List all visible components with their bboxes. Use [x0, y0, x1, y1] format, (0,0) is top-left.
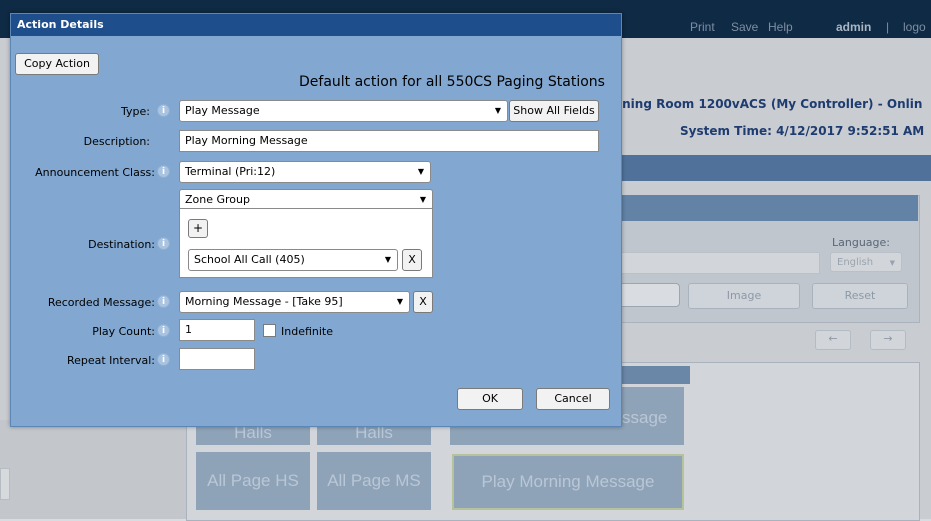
repeat-interval-label: Repeat Interval:: [66, 354, 155, 367]
play-count-label: Play Count:: [92, 325, 155, 338]
toggle-switch[interactable]: [618, 283, 680, 307]
destination-label: Destination:: [88, 238, 155, 251]
destination-type-select[interactable]: Zone Group ▼: [179, 189, 433, 210]
logout-link[interactable]: logo: [903, 20, 926, 34]
sidebar-handle[interactable]: [0, 468, 10, 500]
add-destination-button[interactable]: +: [188, 219, 208, 238]
tile-play-morning-message[interactable]: Play Morning Message: [452, 454, 684, 510]
language-select[interactable]: English ▼: [830, 252, 902, 272]
tile-all-page-hs[interactable]: All Page HS: [196, 452, 310, 510]
language-value: English: [837, 257, 874, 268]
action-details-dialog: Action Details Copy Action Default actio…: [10, 13, 622, 427]
destination-select[interactable]: School All Call (405) ▼: [188, 249, 398, 271]
chevron-down-icon: ▼: [384, 255, 391, 264]
destination-info-icon[interactable]: i: [157, 237, 170, 250]
section-band: [618, 155, 931, 181]
announcement-class-select[interactable]: Terminal (Pri:12) ▼: [179, 161, 431, 183]
destination-type-value: Zone Group: [185, 193, 250, 206]
dialog-title: Action Details: [11, 14, 621, 36]
recorded-message-info-icon[interactable]: i: [157, 295, 170, 308]
type-info-icon[interactable]: i: [157, 104, 170, 117]
nav-separator: |: [886, 20, 890, 34]
ok-button[interactable]: OK: [457, 388, 523, 410]
announcement-class-info-icon[interactable]: i: [157, 165, 170, 178]
show-all-fields-button[interactable]: Show All Fields: [509, 100, 599, 122]
chevron-down-icon: ▼: [494, 106, 501, 115]
cancel-button[interactable]: Cancel: [536, 388, 610, 410]
chevron-down-icon: ▼: [396, 297, 403, 306]
system-time: System Time: 4/12/2017 9:52:51 AM: [680, 124, 925, 138]
chevron-down-icon: ▼: [419, 195, 426, 204]
help-link[interactable]: Help: [768, 20, 793, 34]
recorded-message-select[interactable]: Morning Message - [Take 95] ▼: [179, 291, 410, 313]
settings-panel-header: [618, 195, 918, 221]
destination-value: School All Call (405): [194, 253, 305, 266]
copy-action-button[interactable]: Copy Action: [15, 53, 99, 75]
indefinite-label: Indefinite: [281, 325, 334, 338]
recorded-message-value: Morning Message - [Take 95]: [185, 295, 343, 308]
user-name: admin: [836, 20, 872, 34]
chevron-down-icon: ▼: [417, 167, 424, 176]
type-label: Type:: [121, 105, 150, 118]
reset-button[interactable]: Reset: [812, 283, 908, 309]
next-arrow-button[interactable]: →: [870, 330, 906, 350]
chevron-down-icon: ▼: [889, 259, 895, 267]
description-input[interactable]: Play Morning Message: [179, 130, 599, 152]
remove-recorded-message-button[interactable]: X: [413, 291, 433, 313]
left-sidebar: [0, 420, 186, 519]
indefinite-checkbox[interactable]: [263, 324, 276, 337]
image-button[interactable]: Image: [688, 283, 800, 309]
type-select[interactable]: Play Message ▼: [179, 100, 508, 122]
print-link[interactable]: Print: [690, 20, 715, 34]
repeat-interval-input[interactable]: [179, 348, 255, 370]
language-label: Language:: [832, 236, 890, 249]
remove-destination-button[interactable]: X: [402, 249, 422, 271]
background-input[interactable]: [618, 252, 820, 274]
announcement-class-value: Terminal (Pri:12): [185, 165, 276, 178]
announcement-class-label: Announcement Class:: [35, 166, 155, 179]
repeat-interval-info-icon[interactable]: i: [157, 353, 170, 366]
controller-title: ining Room 1200vACS (My Controller) - On…: [618, 97, 923, 111]
destination-panel: + School All Call (405) ▼ X: [179, 208, 433, 278]
prev-arrow-button[interactable]: ←: [815, 330, 851, 350]
dialog-heading: Default action for all 550CS Paging Stat…: [299, 74, 605, 90]
recorded-message-label: Recorded Message:: [47, 296, 155, 309]
type-value: Play Message: [185, 104, 260, 117]
tile-all-page-ms[interactable]: All Page MS: [317, 452, 431, 510]
description-label: Description:: [83, 135, 150, 148]
save-link[interactable]: Save: [731, 20, 758, 34]
play-count-info-icon[interactable]: i: [157, 324, 170, 337]
play-count-input[interactable]: 1: [179, 319, 255, 341]
